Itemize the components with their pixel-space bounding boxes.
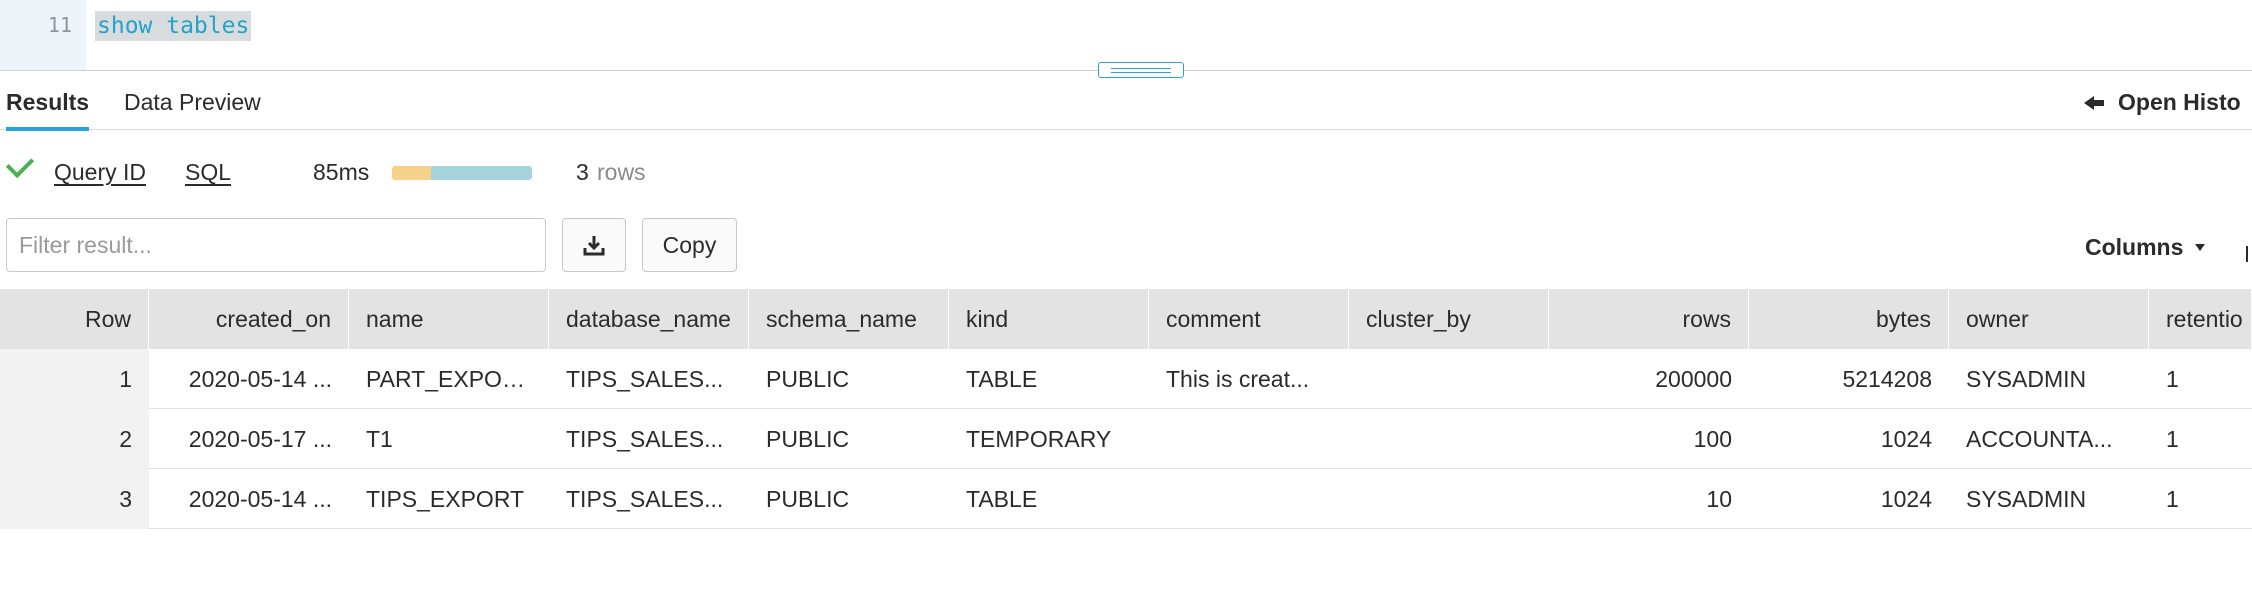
table-cell[interactable]: 2020-05-14 ...: [149, 349, 349, 409]
table-cell[interactable]: [1349, 469, 1549, 529]
column-header[interactable]: name: [349, 289, 549, 349]
table-cell[interactable]: [1349, 349, 1549, 409]
overflow-icon[interactable]: [2246, 246, 2252, 262]
table-cell[interactable]: [1149, 469, 1349, 529]
table-cell[interactable]: 1: [2149, 409, 2252, 469]
table-cell[interactable]: 10: [1549, 469, 1749, 529]
results-tabs: Results Data Preview Open Histo: [0, 71, 2252, 131]
table-cell[interactable]: [1349, 409, 1549, 469]
column-header[interactable]: kind: [949, 289, 1149, 349]
column-header[interactable]: Row: [0, 289, 149, 349]
row-number: 1: [0, 349, 149, 409]
column-header[interactable]: cluster_by: [1349, 289, 1549, 349]
table-cell[interactable]: [1149, 409, 1349, 469]
table-cell[interactable]: TIPS_SALES...: [549, 349, 749, 409]
sql-editor[interactable]: 11 show tables: [0, 0, 2252, 70]
column-header[interactable]: database_name: [549, 289, 749, 349]
query-id-link[interactable]: Query ID: [54, 159, 146, 186]
tab-data-preview[interactable]: Data Preview: [124, 89, 261, 127]
columns-dropdown[interactable]: Columns: [2085, 234, 2206, 261]
check-icon: [5, 149, 35, 179]
table-cell[interactable]: 5214208: [1749, 349, 1949, 409]
line-gutter: 11: [0, 0, 86, 70]
table-cell[interactable]: PUBLIC: [749, 409, 949, 469]
table-cell[interactable]: TABLE: [949, 469, 1149, 529]
table-cell[interactable]: PUBLIC: [749, 469, 949, 529]
open-history-label: Open Histo: [2118, 89, 2241, 115]
table-cell[interactable]: TIPS_EXPORT: [349, 469, 549, 529]
table-cell[interactable]: 1024: [1749, 469, 1949, 529]
table-row[interactable]: 1 2020-05-14 ... PART_EXPORT TIPS_SALES.…: [0, 349, 2252, 409]
arrow-left-icon: [2084, 95, 2104, 110]
results-table: Row created_on name database_name schema…: [0, 289, 2252, 529]
row-number: 3: [0, 469, 149, 529]
query-summary: Query ID SQL 85ms 3 rows: [0, 149, 2252, 186]
row-number: 2: [0, 409, 149, 469]
download-icon: [583, 236, 605, 256]
rows-label: rows: [597, 159, 646, 185]
table-cell[interactable]: 1: [2149, 349, 2252, 409]
table-cell[interactable]: 2020-05-17 ...: [149, 409, 349, 469]
table-cell[interactable]: TIPS_SALES...: [549, 409, 749, 469]
table-header-row: Row created_on name database_name schema…: [0, 289, 2252, 349]
progress-compile-segment: [392, 166, 432, 180]
table-cell[interactable]: SYSADMIN: [1949, 469, 2149, 529]
line-number: 11: [47, 13, 72, 37]
table-cell[interactable]: This is creat...: [1149, 349, 1349, 409]
copy-button[interactable]: Copy: [642, 218, 737, 272]
column-header[interactable]: bytes: [1749, 289, 1949, 349]
query-duration: 85ms: [313, 159, 370, 185]
table-cell[interactable]: SYSADMIN: [1949, 349, 2149, 409]
table-cell[interactable]: ACCOUNTA...: [1949, 409, 2149, 469]
table-cell[interactable]: 1: [2149, 469, 2252, 529]
table-cell[interactable]: TABLE: [949, 349, 1149, 409]
download-button[interactable]: [562, 218, 626, 272]
table-row[interactable]: 3 2020-05-14 ... TIPS_EXPORT TIPS_SALES.…: [0, 469, 2252, 529]
table-cell[interactable]: TEMPORARY: [949, 409, 1149, 469]
open-history-button[interactable]: Open Histo: [2084, 89, 2241, 116]
column-header[interactable]: schema_name: [749, 289, 949, 349]
column-header[interactable]: retentio: [2149, 289, 2252, 349]
column-header[interactable]: comment: [1149, 289, 1349, 349]
table-cell[interactable]: 1024: [1749, 409, 1949, 469]
table-row[interactable]: 2 2020-05-17 ... T1 TIPS_SALES... PUBLIC…: [0, 409, 2252, 469]
sql-link[interactable]: SQL: [185, 159, 231, 186]
query-progress-bar: [392, 166, 532, 180]
chevron-down-icon: [2195, 244, 2206, 251]
column-header[interactable]: owner: [1949, 289, 2149, 349]
progress-execute-segment: [431, 166, 532, 180]
table-cell[interactable]: 200000: [1549, 349, 1749, 409]
row-count: 3: [576, 159, 589, 185]
table-cell[interactable]: PUBLIC: [749, 349, 949, 409]
column-header[interactable]: rows: [1549, 289, 1749, 349]
filter-result-input[interactable]: [6, 218, 546, 272]
columns-label: Columns: [2085, 234, 2184, 260]
column-header[interactable]: created_on: [149, 289, 349, 349]
table-cell[interactable]: TIPS_SALES...: [549, 469, 749, 529]
code-line[interactable]: show tables: [95, 11, 252, 41]
table-cell[interactable]: T1: [349, 409, 549, 469]
table-cell[interactable]: 100: [1549, 409, 1749, 469]
tab-results[interactable]: Results: [6, 89, 90, 131]
table-cell[interactable]: 2020-05-14 ...: [149, 469, 349, 529]
table-cell[interactable]: PART_EXPORT: [349, 349, 549, 409]
